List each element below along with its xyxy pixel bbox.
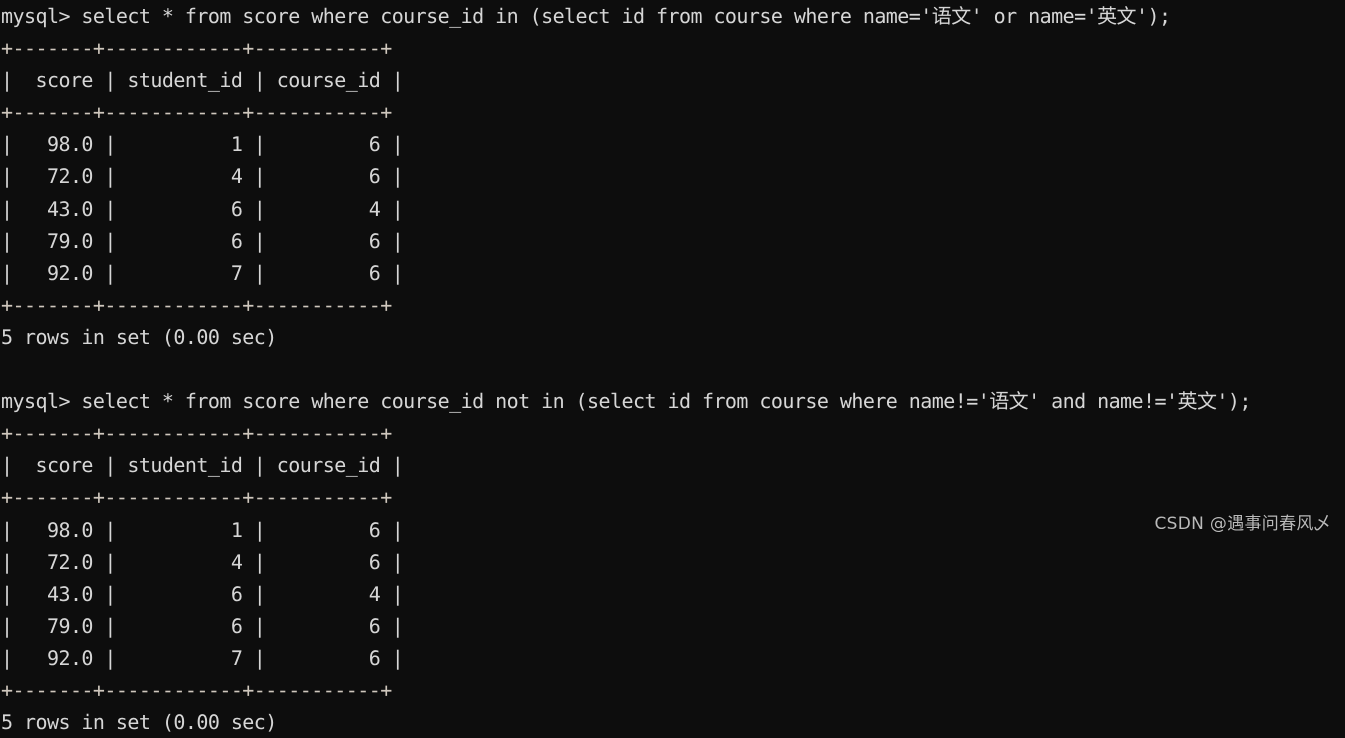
csdn-watermark: CSDN @遇事问春风乄: [1154, 513, 1331, 534]
table-header-1: | score | student_id | course_id |: [1, 68, 404, 93]
terminal-window[interactable]: mysql> select * from score where course_…: [0, 0, 1345, 734]
table-row: | 98.0 | 1 | 6 |: [1, 517, 404, 542]
table-row: | 72.0 | 4 | 6 |: [1, 549, 404, 574]
status-line-1: 5 rows in set (0.00 sec): [1, 324, 277, 349]
table-row: | 72.0 | 4 | 6 |: [1, 164, 404, 189]
status-line-2: 5 rows in set (0.00 sec): [1, 710, 277, 735]
table-separator-top-2: +-------+------------+-----------+: [1, 421, 392, 446]
table-row: | 79.0 | 6 | 6 |: [1, 613, 404, 638]
table-separator-top-1: +-------+------------+-----------+: [1, 36, 392, 61]
table-separator-bottom-2: +-------+------------+-----------+: [1, 677, 392, 702]
query-line-1: mysql> select * from score where course_…: [1, 4, 1171, 28]
query-line-2: mysql> select * from score where course_…: [1, 389, 1251, 414]
table-row: | 43.0 | 6 | 4 |: [1, 581, 404, 606]
table-row: | 79.0 | 6 | 6 |: [1, 228, 404, 253]
table-row: | 98.0 | 1 | 6 |: [1, 132, 404, 157]
table-row: | 43.0 | 6 | 4 |: [1, 196, 404, 221]
table-separator-mid-2: +-------+------------+-----------+: [1, 485, 392, 510]
table-row: | 92.0 | 7 | 6 |: [1, 260, 404, 285]
table-separator-mid-1: +-------+------------+-----------+: [1, 100, 392, 125]
table-row: | 92.0 | 7 | 6 |: [1, 645, 404, 670]
table-separator-bottom-1: +-------+------------+-----------+: [1, 292, 392, 317]
table-header-2: | score | student_id | course_id |: [1, 453, 404, 478]
